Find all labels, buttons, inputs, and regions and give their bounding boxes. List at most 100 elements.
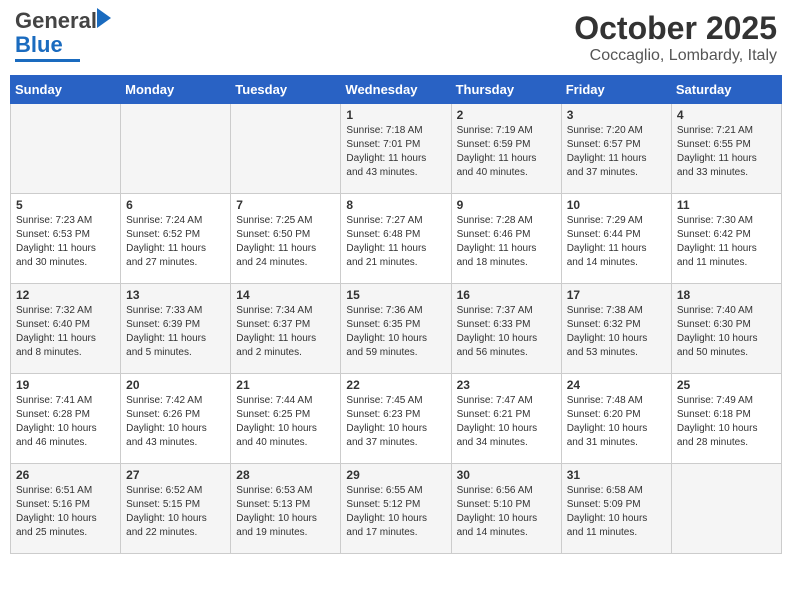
calendar-cell: 8 Sunrise: 7:27 AMSunset: 6:48 PMDaylight… — [341, 194, 451, 284]
calendar-cell: 17 Sunrise: 7:38 AMSunset: 6:32 PMDayligh… — [561, 284, 671, 374]
day-number: 13 — [126, 288, 225, 302]
cell-content: Sunrise: 7:38 AMSunset: 6:32 PMDaylight:… — [567, 304, 666, 360]
calendar-cell: 20 Sunrise: 7:42 AMSunset: 6:26 PMDayligh… — [121, 374, 231, 464]
cell-content: Sunrise: 7:32 AMSunset: 6:40 PMDaylight:… — [16, 304, 115, 360]
logo-blue: Blue — [15, 32, 63, 57]
header: General Blue October 2025 Coccaglio, Lom… — [10, 10, 782, 65]
cell-content: Sunrise: 6:52 AMSunset: 5:15 PMDaylight:… — [126, 484, 225, 540]
cell-content: Sunrise: 7:34 AMSunset: 6:37 PMDaylight:… — [236, 304, 335, 360]
day-number: 9 — [457, 198, 556, 212]
calendar-week-5: 26 Sunrise: 6:51 AMSunset: 5:16 PMDayligh… — [11, 464, 782, 554]
calendar-cell: 22Sunrise: 7:45 AMSunset: 6:23 PMDayligh… — [341, 374, 451, 464]
cell-content: Sunrise: 7:36 AMSunset: 6:35 PMDaylight:… — [346, 304, 445, 360]
calendar-cell: 18Sunrise: 7:40 AMSunset: 6:30 PMDayligh… — [671, 284, 781, 374]
col-sunday: Sunday — [11, 76, 121, 104]
logo: General Blue — [15, 10, 97, 62]
calendar-cell: 29 Sunrise: 6:55 AMSunset: 5:12 PMDayligh… — [341, 464, 451, 554]
cell-content: Sunrise: 6:53 AMSunset: 5:13 PMDaylight:… — [236, 484, 335, 540]
cell-content: Sunrise: 7:23 AMSunset: 6:53 PMDaylight:… — [16, 214, 115, 270]
day-number: 25 — [677, 378, 776, 392]
cell-content: Sunrise: 7:27 AMSunset: 6:48 PMDaylight:… — [346, 214, 445, 270]
calendar-cell: 13Sunrise: 7:33 AMSunset: 6:39 PMDayligh… — [121, 284, 231, 374]
day-number: 5 — [16, 198, 115, 212]
calendar-cell: 11 Sunrise: 7:30 AMSunset: 6:42 PMDayligh… — [671, 194, 781, 284]
cell-content: Sunrise: 7:37 AMSunset: 6:33 PMDaylight:… — [457, 304, 556, 360]
location-title: Coccaglio, Lombardy, Italy — [574, 47, 777, 65]
calendar-cell: 15 Sunrise: 7:36 AMSunset: 6:35 PMDayligh… — [341, 284, 451, 374]
col-monday: Monday — [121, 76, 231, 104]
calendar-week-1: 1 Sunrise: 7:18 AMSunset: 7:01 PMDaylight… — [11, 104, 782, 194]
day-number: 15 — [346, 288, 445, 302]
day-number: 29 — [346, 468, 445, 482]
cell-content: Sunrise: 7:41 AMSunset: 6:28 PMDaylight:… — [16, 394, 115, 450]
day-number: 12 — [16, 288, 115, 302]
calendar-week-2: 5 Sunrise: 7:23 AMSunset: 6:53 PMDaylight… — [11, 194, 782, 284]
day-number: 27 — [126, 468, 225, 482]
calendar-cell: 24 Sunrise: 7:48 AMSunset: 6:20 PMDayligh… — [561, 374, 671, 464]
calendar-cell: 26 Sunrise: 6:51 AMSunset: 5:16 PMDayligh… — [11, 464, 121, 554]
day-number: 20 — [126, 378, 225, 392]
day-number: 10 — [567, 198, 666, 212]
title-block: October 2025 Coccaglio, Lombardy, Italy — [574, 10, 777, 65]
col-thursday: Thursday — [451, 76, 561, 104]
day-number: 26 — [16, 468, 115, 482]
calendar-cell: 31Sunrise: 6:58 AMSunset: 5:09 PMDayligh… — [561, 464, 671, 554]
calendar-week-3: 12 Sunrise: 7:32 AMSunset: 6:40 PMDayligh… — [11, 284, 782, 374]
cell-content: Sunrise: 7:21 AMSunset: 6:55 PMDaylight:… — [677, 124, 776, 180]
logo-underline — [15, 59, 80, 62]
cell-content: Sunrise: 7:25 AMSunset: 6:50 PMDaylight:… — [236, 214, 335, 270]
day-number: 11 — [677, 198, 776, 212]
cell-content: Sunrise: 7:24 AMSunset: 6:52 PMDaylight:… — [126, 214, 225, 270]
calendar-cell: 27 Sunrise: 6:52 AMSunset: 5:15 PMDayligh… — [121, 464, 231, 554]
calendar-cell: 19Sunrise: 7:41 AMSunset: 6:28 PMDayligh… — [11, 374, 121, 464]
cell-content: Sunrise: 7:29 AMSunset: 6:44 PMDaylight:… — [567, 214, 666, 270]
cell-content: Sunrise: 7:40 AMSunset: 6:30 PMDaylight:… — [677, 304, 776, 360]
calendar-cell: 21Sunrise: 7:44 AMSunset: 6:25 PMDayligh… — [231, 374, 341, 464]
calendar-week-4: 19Sunrise: 7:41 AMSunset: 6:28 PMDayligh… — [11, 374, 782, 464]
cell-content: Sunrise: 7:42 AMSunset: 6:26 PMDaylight:… — [126, 394, 225, 450]
day-number: 30 — [457, 468, 556, 482]
cell-content: Sunrise: 7:45 AMSunset: 6:23 PMDaylight:… — [346, 394, 445, 450]
calendar-cell: 5 Sunrise: 7:23 AMSunset: 6:53 PMDaylight… — [11, 194, 121, 284]
day-number: 8 — [346, 198, 445, 212]
calendar-cell: 7Sunrise: 7:25 AMSunset: 6:50 PMDaylight… — [231, 194, 341, 284]
calendar-cell: 12 Sunrise: 7:32 AMSunset: 6:40 PMDayligh… — [11, 284, 121, 374]
calendar-cell — [671, 464, 781, 554]
month-title: October 2025 — [574, 10, 777, 47]
col-friday: Friday — [561, 76, 671, 104]
day-number: 31 — [567, 468, 666, 482]
cell-content: Sunrise: 7:30 AMSunset: 6:42 PMDaylight:… — [677, 214, 776, 270]
calendar-cell: 16 Sunrise: 7:37 AMSunset: 6:33 PMDayligh… — [451, 284, 561, 374]
cell-content: Sunrise: 7:48 AMSunset: 6:20 PMDaylight:… — [567, 394, 666, 450]
day-number: 17 — [567, 288, 666, 302]
calendar-cell: 14 Sunrise: 7:34 AMSunset: 6:37 PMDayligh… — [231, 284, 341, 374]
cell-content: Sunrise: 7:20 AMSunset: 6:57 PMDaylight:… — [567, 124, 666, 180]
day-number: 24 — [567, 378, 666, 392]
day-number: 2 — [457, 108, 556, 122]
calendar-cell: 25Sunrise: 7:49 AMSunset: 6:18 PMDayligh… — [671, 374, 781, 464]
day-number: 28 — [236, 468, 335, 482]
cell-content: Sunrise: 7:47 AMSunset: 6:21 PMDaylight:… — [457, 394, 556, 450]
day-number: 23 — [457, 378, 556, 392]
cell-content: Sunrise: 6:55 AMSunset: 5:12 PMDaylight:… — [346, 484, 445, 540]
col-tuesday: Tuesday — [231, 76, 341, 104]
cell-content: Sunrise: 6:56 AMSunset: 5:10 PMDaylight:… — [457, 484, 556, 540]
day-number: 6 — [126, 198, 225, 212]
calendar-cell: 10 Sunrise: 7:29 AMSunset: 6:44 PMDayligh… — [561, 194, 671, 284]
calendar-cell: 4 Sunrise: 7:21 AMSunset: 6:55 PMDaylight… — [671, 104, 781, 194]
calendar-cell — [231, 104, 341, 194]
day-number: 16 — [457, 288, 556, 302]
day-number: 1 — [346, 108, 445, 122]
day-number: 14 — [236, 288, 335, 302]
logo-general: General — [15, 8, 97, 33]
calendar-table: Sunday Monday Tuesday Wednesday Thursday… — [10, 75, 782, 554]
day-number: 4 — [677, 108, 776, 122]
day-number: 3 — [567, 108, 666, 122]
calendar-cell: 9Sunrise: 7:28 AMSunset: 6:46 PMDaylight… — [451, 194, 561, 284]
cell-content: Sunrise: 7:18 AMSunset: 7:01 PMDaylight:… — [346, 124, 445, 180]
calendar-cell — [121, 104, 231, 194]
logo-arrow-icon — [97, 8, 111, 28]
calendar-cell: 30 Sunrise: 6:56 AMSunset: 5:10 PMDayligh… — [451, 464, 561, 554]
calendar-header-row: Sunday Monday Tuesday Wednesday Thursday… — [11, 76, 782, 104]
cell-content: Sunrise: 6:51 AMSunset: 5:16 PMDaylight:… — [16, 484, 115, 540]
